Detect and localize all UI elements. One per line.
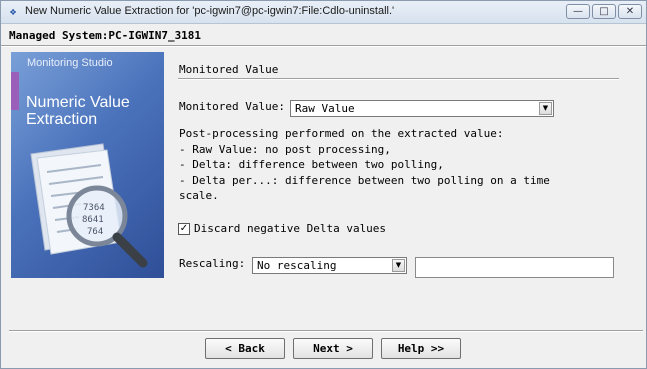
rescaling-value-input[interactable] xyxy=(415,257,614,278)
app-icon: ❖ xyxy=(9,5,17,18)
side-accent-bar xyxy=(11,72,19,110)
rescaling-selected: No rescaling xyxy=(257,259,337,272)
window-title: New Numeric Value Extraction for 'pc-igw… xyxy=(25,5,395,17)
discard-negative-checkbox[interactable]: ✓ xyxy=(178,223,190,235)
chevron-down-icon[interactable]: ▼ xyxy=(539,102,552,115)
title-bar[interactable]: ❖ New Numeric Value Extraction for 'pc-i… xyxy=(1,1,646,24)
wizard-window: ❖ New Numeric Value Extraction for 'pc-i… xyxy=(0,0,647,369)
help-button[interactable]: Help >> xyxy=(381,338,461,359)
post-processing-description: Post-processing performed on the extract… xyxy=(179,126,550,204)
close-button[interactable]: ✕ xyxy=(618,4,642,19)
description-line: scale. xyxy=(179,189,219,202)
bottom-divider xyxy=(9,330,643,332)
minimize-button[interactable]: — xyxy=(566,4,590,19)
description-line: - Delta: difference between two polling, xyxy=(179,158,444,171)
top-divider xyxy=(1,45,646,47)
next-button[interactable]: Next > xyxy=(293,338,373,359)
monitored-value-label: Monitored Value: xyxy=(179,100,285,113)
discard-negative-label[interactable]: Discard negative Delta values xyxy=(194,222,386,235)
section-title: Monitored Value xyxy=(179,63,279,76)
back-button[interactable]: < Back xyxy=(205,338,285,359)
art-number-1: 7364 xyxy=(83,203,105,213)
description-line: Post-processing performed on the extract… xyxy=(179,127,504,140)
art-number-2: 8641 xyxy=(82,215,104,225)
wizard-side-image: Monitoring Studio Numeric Value Extracti… xyxy=(11,52,164,278)
magnifier-document-icon: 7364 8641 764 xyxy=(30,143,148,268)
chevron-down-icon[interactable]: ▼ xyxy=(392,259,405,272)
rescaling-label: Rescaling: xyxy=(179,257,246,270)
maximize-button[interactable]: □ xyxy=(592,4,616,19)
description-line: - Raw Value: no post processing, xyxy=(179,142,391,156)
monitored-value-selected: Raw Value xyxy=(295,102,355,115)
section-divider xyxy=(178,78,619,80)
managed-system-label: Managed System:PC-IGWIN7_3181 xyxy=(9,29,202,42)
rescaling-select[interactable]: No rescaling ▼ xyxy=(252,257,407,274)
art-number-3: 764 xyxy=(87,227,103,237)
side-heading: Numeric Value Extraction xyxy=(26,94,130,128)
monitored-value-select[interactable]: Raw Value ▼ xyxy=(290,100,554,117)
description-line: - Delta per...: difference between two p… xyxy=(179,173,550,187)
side-studio-label: Monitoring Studio xyxy=(27,57,113,69)
